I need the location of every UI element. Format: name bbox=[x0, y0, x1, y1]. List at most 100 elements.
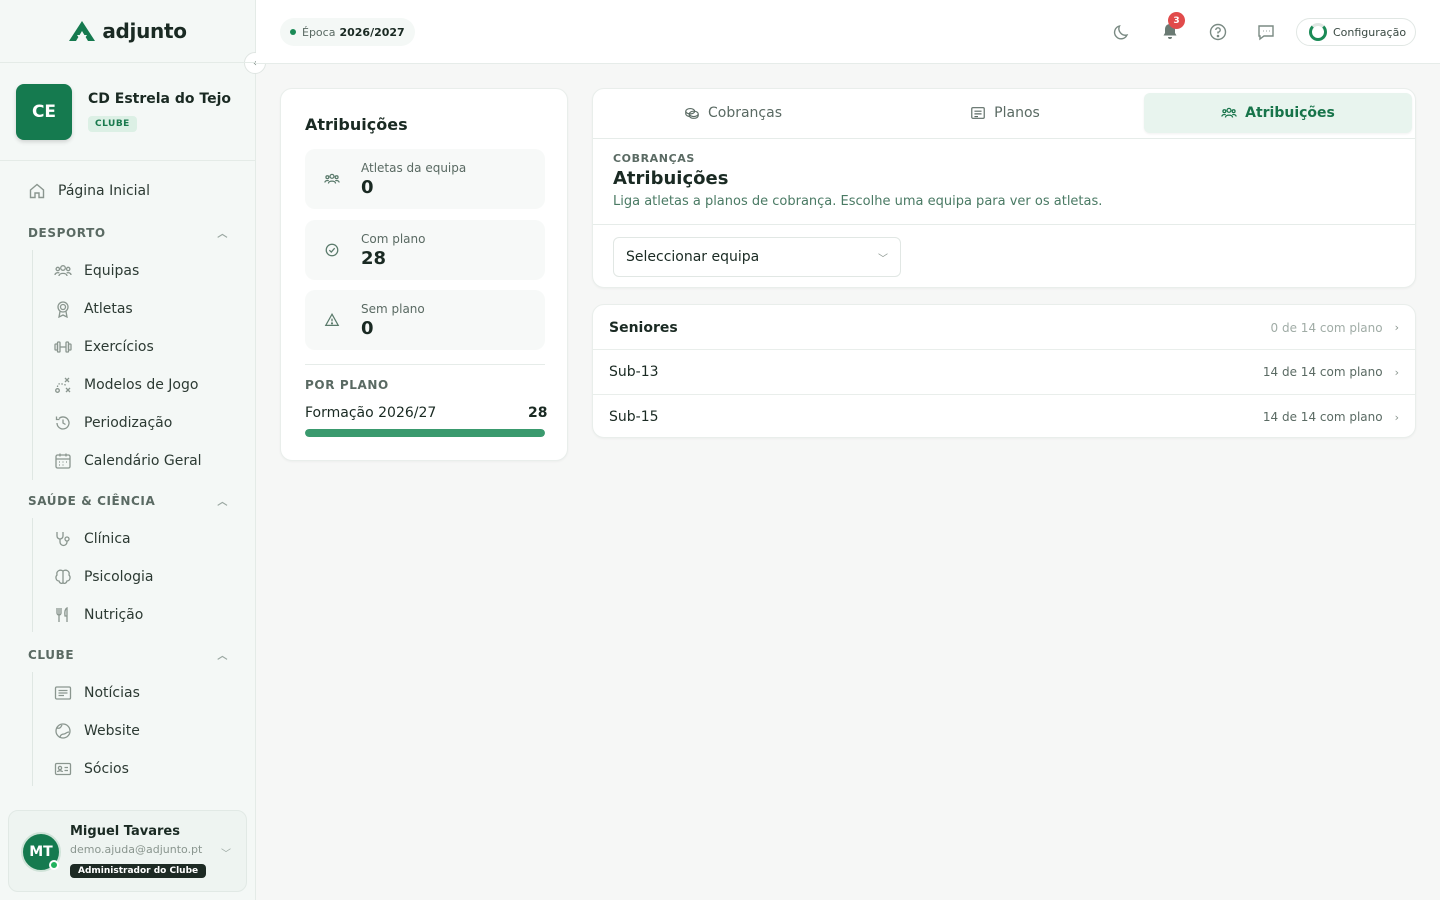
section-title: CLUBE bbox=[28, 647, 75, 662]
moon-icon[interactable] bbox=[1110, 20, 1134, 44]
section-eyebrow: COBRANÇAS bbox=[613, 152, 695, 165]
list-item[interactable]: Sub-15 14 de 14 com plano › bbox=[593, 394, 1415, 439]
tab-label: Atribuições bbox=[1245, 105, 1335, 121]
sidebar-item-noticias[interactable]: Notícias bbox=[54, 678, 140, 708]
assignments-main-card: Cobranças Planos Atribuições COBRANÇAS A… bbox=[592, 88, 1416, 288]
topbar: Época 2026/2027 3 Configuração bbox=[256, 0, 1440, 64]
section-title: SAÚDE & CIÊNCIA bbox=[28, 493, 156, 508]
user-menu[interactable]: MT Miguel Tavares demo.ajuda@adjunto.pt … bbox=[8, 810, 247, 892]
chevron-up-icon: ︿ bbox=[217, 229, 228, 240]
chevron-up-icon: ︿ bbox=[217, 497, 228, 508]
sidebar-item-calendario-geral[interactable]: Calendário Geral bbox=[54, 446, 202, 476]
sidebar: adjunto ‹ CE CD Estrela do Tejo CLUBE Pá… bbox=[0, 0, 266, 900]
divider bbox=[593, 224, 1415, 225]
globe-icon bbox=[54, 722, 72, 740]
season-value: 2026/2027 bbox=[339, 25, 405, 39]
team-status: 14 de 14 com plano bbox=[1262, 410, 1383, 424]
users-icon bbox=[323, 170, 341, 188]
users-icon bbox=[1221, 105, 1237, 121]
online-status-dot bbox=[49, 860, 59, 870]
tab-label: Planos bbox=[994, 105, 1040, 121]
sidebar-item-label: Notícias bbox=[84, 685, 140, 701]
section-desporto[interactable]: DESPORTO ︿ bbox=[28, 225, 228, 241]
brain-icon bbox=[54, 568, 72, 586]
sidebar-item-periodizacao[interactable]: Periodização bbox=[54, 408, 172, 438]
warning-icon bbox=[323, 311, 341, 329]
stat-label: Sem plano bbox=[361, 302, 425, 316]
page-description: Liga atletas a planos de cobrança. Escol… bbox=[613, 194, 1103, 209]
sidebar-item-website[interactable]: Website bbox=[54, 716, 140, 746]
stethoscope-icon bbox=[54, 530, 72, 548]
config-button[interactable]: Configuração bbox=[1296, 18, 1416, 46]
chevron-up-icon: ︿ bbox=[217, 651, 228, 662]
section-clube[interactable]: CLUBE ︿ bbox=[28, 647, 228, 663]
chevron-down-icon: ﹀ bbox=[878, 253, 888, 265]
list-item[interactable]: Seniores 0 de 14 com plano › bbox=[593, 305, 1415, 350]
chevron-right-icon: › bbox=[1394, 365, 1399, 379]
club-avatar: CE bbox=[16, 83, 72, 140]
sidebar-item-exercicios[interactable]: Exercícios bbox=[54, 332, 154, 362]
calendar-icon bbox=[54, 452, 72, 470]
season-selector[interactable]: Época 2026/2027 bbox=[280, 18, 415, 46]
help-icon[interactable] bbox=[1206, 20, 1230, 44]
sidebar-item-label: Página Inicial bbox=[58, 183, 151, 199]
history-icon bbox=[54, 414, 72, 432]
user-email: demo.ajuda@adjunto.pt bbox=[70, 843, 203, 856]
stat-value: 0 bbox=[361, 318, 374, 339]
sidebar-item-label: Modelos de Jogo bbox=[84, 377, 199, 393]
tab-bar: Cobranças Planos Atribuições bbox=[593, 89, 1415, 139]
tab-cobrancas[interactable]: Cobranças bbox=[597, 93, 869, 133]
stat-label: Com plano bbox=[361, 232, 426, 246]
chevron-right-icon: › bbox=[1394, 410, 1399, 424]
club-switcher[interactable]: CE CD Estrela do Tejo CLUBE bbox=[0, 62, 255, 161]
sidebar-item-label: Nutrição bbox=[84, 607, 144, 623]
sidebar-item-label: Periodização bbox=[84, 415, 173, 431]
sidebar-item-psicologia[interactable]: Psicologia bbox=[54, 562, 153, 592]
section-line bbox=[32, 672, 33, 786]
sidebar-item-label: Psicologia bbox=[84, 569, 154, 585]
sidebar-item-modelos-de-jogo[interactable]: Modelos de Jogo bbox=[54, 370, 198, 400]
sidebar-item-label: Equipas bbox=[84, 263, 140, 279]
id-card-icon bbox=[54, 760, 72, 778]
tactics-icon bbox=[54, 376, 72, 394]
club-badge: CLUBE bbox=[88, 116, 137, 132]
sidebar-item-home[interactable]: Página Inicial bbox=[28, 176, 150, 206]
tab-atribuicoes[interactable]: Atribuições bbox=[1144, 93, 1412, 133]
utensils-icon bbox=[54, 606, 72, 624]
section-saude-ciencia[interactable]: SAÚDE & CIÊNCIA ︿ bbox=[28, 493, 228, 509]
chevron-down-icon: ﹀ bbox=[221, 849, 231, 860]
sidebar-item-socios[interactable]: Sócios bbox=[54, 754, 129, 784]
newspaper-icon bbox=[54, 684, 72, 702]
team-name: Seniores bbox=[609, 319, 678, 336]
brand-logo[interactable]: adjunto bbox=[0, 0, 255, 62]
stat-label: Atletas da equipa bbox=[361, 161, 467, 175]
home-icon bbox=[28, 182, 46, 200]
team-name: Sub-13 bbox=[609, 364, 659, 380]
team-select[interactable]: Seleccionar equipa ﹀ bbox=[613, 237, 901, 277]
check-circle-icon bbox=[323, 241, 341, 259]
sidebar-item-clinica[interactable]: Clínica bbox=[54, 524, 131, 554]
sidebar-item-atletas[interactable]: Atletas bbox=[54, 294, 133, 324]
season-label: Época bbox=[302, 25, 336, 39]
sidebar-item-equipas[interactable]: Equipas bbox=[54, 256, 139, 286]
section-title: DESPORTO bbox=[28, 225, 106, 240]
team-status: 0 de 14 com plano bbox=[1270, 320, 1383, 335]
season-dot-icon bbox=[290, 29, 296, 35]
section-line bbox=[32, 518, 33, 632]
teams-list: Seniores 0 de 14 com plano › Sub-13 14 d… bbox=[592, 304, 1416, 438]
sidebar-item-label: Clínica bbox=[84, 531, 131, 547]
section-line bbox=[32, 250, 33, 480]
users-icon bbox=[54, 262, 72, 280]
stat-with-plan: Com plano 28 bbox=[305, 220, 545, 280]
club-name: CD Estrela do Tejo bbox=[88, 91, 231, 107]
sidebar-item-label: Exercícios bbox=[84, 339, 154, 355]
tab-planos[interactable]: Planos bbox=[869, 93, 1141, 133]
chat-icon[interactable] bbox=[1254, 20, 1278, 44]
stat-without-plan: Sem plano 0 bbox=[305, 290, 545, 350]
sidebar-item-nutricao[interactable]: Nutrição bbox=[54, 600, 143, 630]
list-item[interactable]: Sub-13 14 de 14 com plano › bbox=[593, 349, 1415, 394]
plan-progress-fill bbox=[305, 429, 545, 437]
plan-name: Formação 2026/27 bbox=[305, 405, 437, 421]
stat-value: 28 bbox=[361, 248, 387, 269]
sidebar-item-label: Sócios bbox=[84, 761, 129, 777]
